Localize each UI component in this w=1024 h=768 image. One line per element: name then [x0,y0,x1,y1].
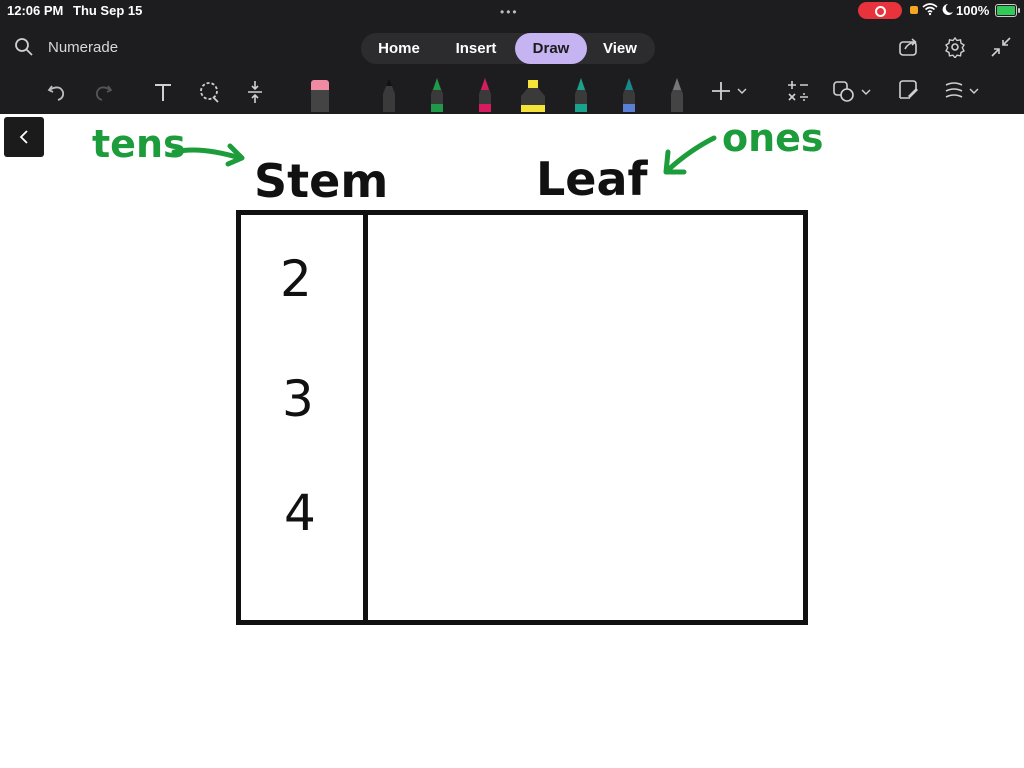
table-divider [363,210,368,625]
redo-icon[interactable] [92,78,114,110]
ink-to-shape-icon[interactable] [896,78,920,110]
tab-draw[interactable]: Draw [515,33,587,64]
pen-gray[interactable] [664,78,690,112]
pen-teal[interactable] [568,78,594,112]
tab-home[interactable]: Home [365,33,433,64]
arrow-down-left-icon [663,135,717,175]
annotation-ones: ones [722,116,824,160]
highlighter-yellow[interactable] [518,78,548,112]
sidebar-toggle-button[interactable] [4,117,44,157]
lasso-icon[interactable] [198,78,222,110]
tab-insert[interactable]: Insert [441,33,511,64]
arrow-right-icon [171,143,245,167]
stem-value-4: 4 [284,484,316,542]
tab-view[interactable]: View [589,33,651,64]
status-date: Thu Sep 15 [73,3,143,18]
leaf-header: Leaf [536,152,648,206]
shapes-icon[interactable] [832,78,874,110]
insert-space-icon[interactable] [244,78,266,110]
multitasking-dots-icon[interactable]: ••• [500,5,519,19]
undo-icon[interactable] [46,78,68,110]
add-pen-icon[interactable] [710,78,750,110]
stem-leaf-table [236,210,808,625]
pen-green[interactable] [424,78,450,112]
top-bar: 12:06 PM Thu Sep 15 ••• 100% Numerade Ho… [0,0,1024,114]
battery-icon [995,4,1020,17]
pen-teal-dark[interactable] [616,78,642,112]
share-icon[interactable] [898,36,920,58]
math-icon[interactable] [786,78,810,110]
chevron-left-icon [19,130,28,144]
screen-recording-icon [858,2,902,19]
settings-gear-icon[interactable] [944,36,966,59]
pen-pink[interactable] [472,78,498,112]
stem-value-2: 2 [280,250,312,308]
stem-value-3: 3 [282,370,314,428]
pen-black[interactable] [376,78,402,112]
status-time: 12:06 PM [7,3,64,18]
notebook-title[interactable]: Numerade [48,39,118,56]
status-bar: 12:06 PM Thu Sep 15 ••• 100% [0,0,1024,22]
collapse-icon[interactable] [990,36,1012,58]
eraser-icon[interactable] [308,78,332,112]
wifi-moon-icon [922,2,954,19]
search-icon[interactable] [14,37,34,57]
battery-percent: 100% [956,3,990,18]
mic-indicator-icon [910,6,918,14]
ribbon-tabs: Home Insert Draw View [361,33,655,64]
stem-header: Stem [254,154,389,208]
text-tool-icon[interactable] [152,78,174,110]
ruler-icon[interactable] [942,78,982,110]
